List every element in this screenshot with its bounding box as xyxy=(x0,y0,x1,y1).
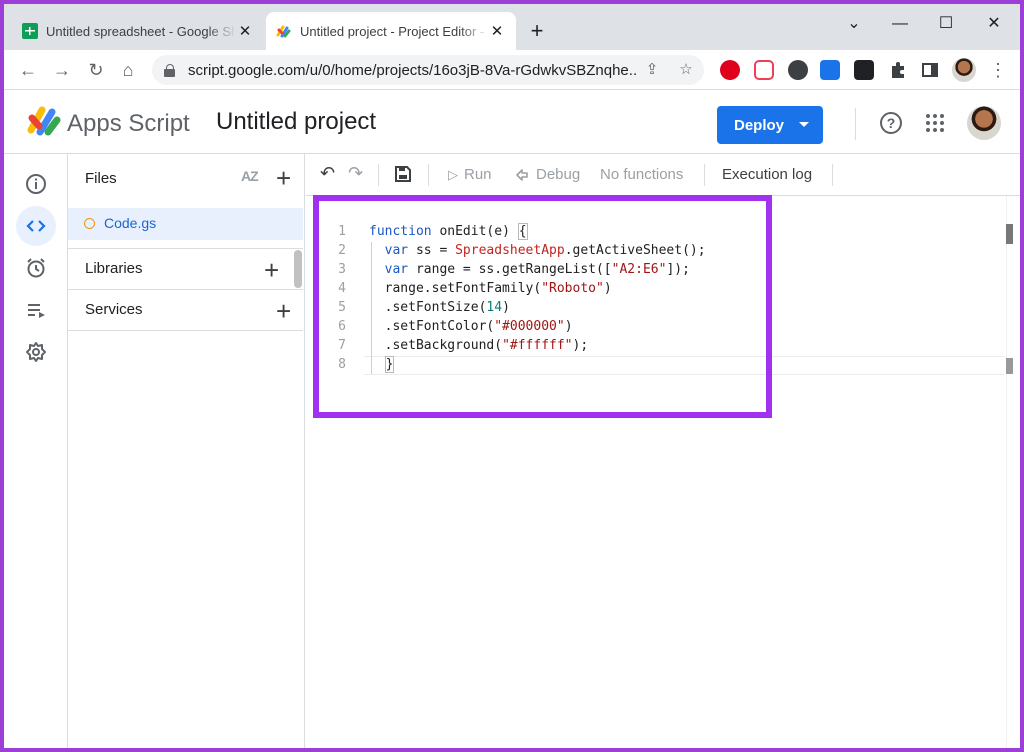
sheets-icon xyxy=(22,23,38,39)
chrome-menu-icon[interactable]: ⋮ xyxy=(986,58,1010,82)
profile-avatar[interactable] xyxy=(952,58,976,82)
run-label: Run xyxy=(464,166,492,183)
editor-icon[interactable] xyxy=(16,206,56,246)
tab-title: Untitled project - Project Editor - Apps… xyxy=(300,23,488,39)
add-service-button[interactable]: + xyxy=(276,298,291,324)
divider xyxy=(378,164,379,186)
libraries-section[interactable]: Libraries + xyxy=(68,248,303,289)
divider xyxy=(832,164,833,186)
minimize-button[interactable]: — xyxy=(878,12,922,36)
divider xyxy=(855,108,856,140)
help-icon[interactable]: ? xyxy=(880,112,902,134)
incognito-extension-icon[interactable] xyxy=(788,60,808,80)
close-window-button[interactable]: ✕ xyxy=(972,12,1016,36)
left-nav-rail xyxy=(4,154,68,748)
debug-button[interactable]: Debug xyxy=(514,166,580,183)
address-bar[interactable]: script.google.com/u/0/home/projects/16o3… xyxy=(152,55,704,85)
redo-icon[interactable]: ↷ xyxy=(348,163,363,184)
services-label: Services xyxy=(85,301,143,318)
close-tab-icon[interactable]: ✕ xyxy=(236,22,254,40)
files-scrollbar[interactable] xyxy=(294,250,302,288)
bookmark-star-icon[interactable]: ☆ xyxy=(676,60,696,80)
apps-script-logo xyxy=(27,106,61,136)
tab-spreadsheet[interactable]: Untitled spreadsheet - Google Sheets ✕ xyxy=(12,12,264,50)
divider xyxy=(68,330,303,331)
browser-toolbar: ← → ↻ ⌂ script.google.com/u/0/home/proje… xyxy=(4,50,1020,90)
share-icon[interactable]: ⇪ xyxy=(642,60,662,80)
app-header: Apps Script Untitled project Deploy ? xyxy=(4,90,1020,154)
code-highlight-frame xyxy=(313,195,772,418)
files-panel: Files AZ + Code.gs Libraries + Services … xyxy=(68,154,305,748)
browser-window: Untitled spreadsheet - Google Sheets ✕ U… xyxy=(4,4,1020,748)
chevron-down-icon xyxy=(799,122,809,127)
add-file-button[interactable]: + xyxy=(276,165,291,191)
run-icon: ▷ xyxy=(448,166,458,182)
lock-icon[interactable] xyxy=(164,64,176,77)
send-extension-icon[interactable] xyxy=(854,60,874,80)
puzzle-extensions-icon[interactable] xyxy=(888,60,908,80)
executions-icon[interactable] xyxy=(16,290,56,330)
editor-toolbar: ↶ ↷ ▷ Run Debug No functions Execution l… xyxy=(306,154,1020,196)
add-library-button[interactable]: + xyxy=(264,257,279,283)
project-title[interactable]: Untitled project xyxy=(216,108,376,136)
close-tab-icon[interactable]: ✕ xyxy=(488,22,506,40)
tab-title: Untitled spreadsheet - Google Sheets xyxy=(46,23,236,39)
sort-az-icon[interactable]: AZ xyxy=(241,168,259,184)
files-title: Files xyxy=(85,170,117,187)
tab-project-editor[interactable]: Untitled project - Project Editor - Apps… xyxy=(266,12,516,50)
pocket-extension-icon[interactable] xyxy=(754,60,774,80)
new-tab-button[interactable]: + xyxy=(524,18,550,44)
tab-strip: Untitled spreadsheet - Google Sheets ✕ U… xyxy=(4,4,1020,50)
deploy-label: Deploy xyxy=(734,116,785,134)
google-apps-icon[interactable] xyxy=(926,114,944,132)
libraries-label: Libraries xyxy=(85,260,143,277)
services-section[interactable]: Services + xyxy=(68,289,303,330)
extension-icon[interactable] xyxy=(820,60,840,80)
editor-scrollbar[interactable] xyxy=(1006,196,1020,748)
scrollbar-marker xyxy=(1006,358,1013,374)
url-text[interactable]: script.google.com/u/0/home/projects/16o3… xyxy=(188,62,638,79)
account-avatar[interactable] xyxy=(967,106,1001,140)
side-panel-icon[interactable] xyxy=(920,60,940,80)
scrollbar-marker xyxy=(1006,224,1013,244)
triggers-icon[interactable] xyxy=(16,248,56,288)
app-brand: Apps Script xyxy=(67,110,190,137)
execution-log-button[interactable]: Execution log xyxy=(722,166,812,183)
maximize-button[interactable]: ☐ xyxy=(924,12,968,36)
undo-icon[interactable]: ↶ xyxy=(320,163,335,184)
divider xyxy=(428,164,429,186)
adblock-extension-icon[interactable] xyxy=(720,60,740,80)
debug-icon xyxy=(516,168,528,181)
forward-icon[interactable]: → xyxy=(50,58,74,82)
back-icon[interactable]: ← xyxy=(16,58,40,82)
file-item-code-gs[interactable]: Code.gs xyxy=(68,208,303,240)
overview-icon[interactable] xyxy=(16,164,56,204)
tab-search-icon[interactable]: ⌄ xyxy=(832,12,876,36)
function-select[interactable]: No functions xyxy=(600,166,683,183)
run-button[interactable]: ▷ Run xyxy=(448,166,492,183)
reload-icon[interactable]: ↻ xyxy=(84,58,108,82)
debug-label: Debug xyxy=(536,166,581,183)
save-icon[interactable] xyxy=(394,165,412,183)
file-name: Code.gs xyxy=(104,215,157,231)
apps-script-icon xyxy=(276,25,291,38)
divider xyxy=(704,164,705,186)
settings-icon[interactable] xyxy=(16,332,56,372)
deploy-button[interactable]: Deploy xyxy=(717,106,823,144)
home-icon[interactable]: ⌂ xyxy=(116,58,140,82)
file-status-dot-icon xyxy=(84,218,95,229)
files-header: Files AZ + xyxy=(68,154,305,196)
